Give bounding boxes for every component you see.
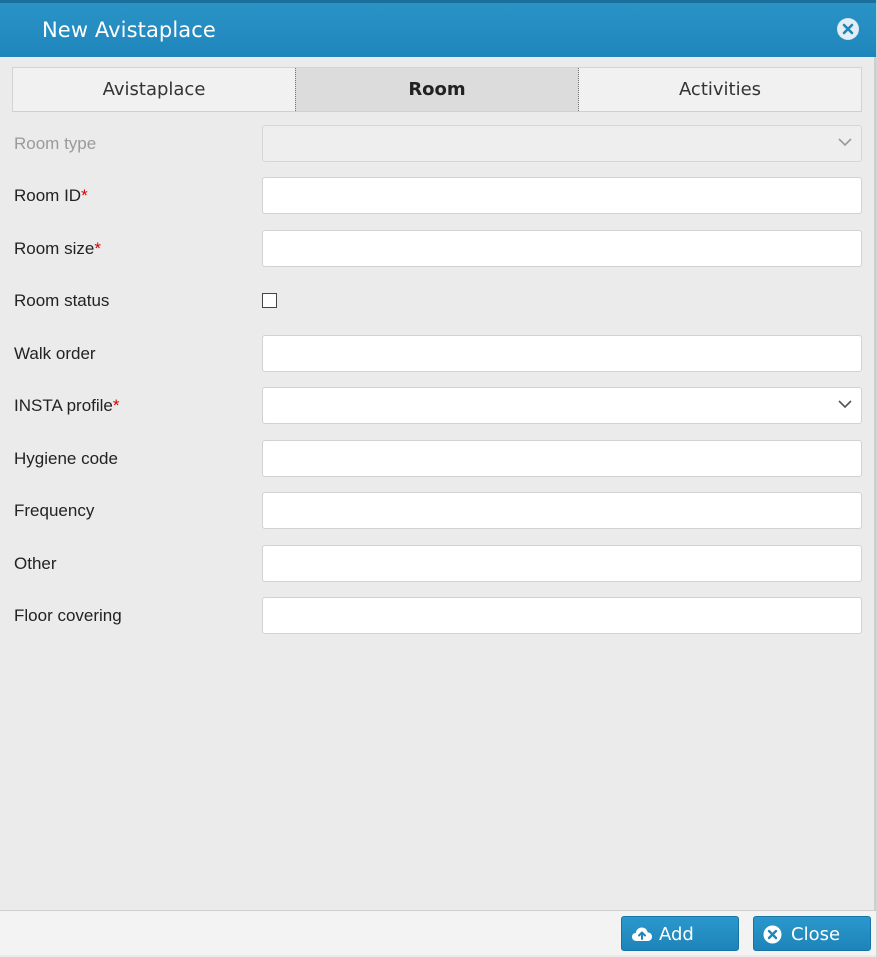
hygiene-code-label: Hygiene code [14, 449, 118, 468]
tab-room[interactable]: Room [295, 68, 579, 111]
close-button[interactable]: Close [753, 916, 871, 951]
hygiene-code-input[interactable] [262, 440, 862, 477]
row-frequency: Frequency [0, 492, 876, 529]
room-status-checkbox[interactable] [262, 293, 277, 308]
room-size-input[interactable] [262, 230, 862, 267]
row-room-size: Room size* [0, 230, 876, 267]
other-label: Other [14, 554, 57, 573]
other-input[interactable] [262, 545, 862, 582]
dialog-footer [0, 911, 876, 955]
add-button[interactable]: Add [621, 916, 739, 951]
room-size-label: Room size* [14, 239, 101, 258]
room-type-label: Room type [14, 134, 97, 153]
floor-covering-label: Floor covering [14, 606, 122, 625]
frequency-input[interactable] [262, 492, 862, 529]
room-status-label: Room status [14, 291, 110, 310]
walk-order-input[interactable] [262, 335, 862, 372]
row-room-type: Room type [0, 125, 876, 162]
room-id-label: Room ID* [14, 186, 88, 205]
room-type-select [262, 125, 862, 162]
row-floor-covering: Floor covering [0, 597, 876, 634]
row-other: Other [0, 545, 876, 582]
row-room-id: Room ID* [0, 177, 876, 214]
add-button-label: Add [659, 924, 694, 945]
required-mark: * [81, 186, 88, 205]
tab-activities[interactable]: Activities [579, 68, 861, 111]
close-button-label: Close [791, 924, 841, 945]
insta-profile-select[interactable] [262, 387, 862, 424]
dialog-title: New Avistaplace [42, 18, 216, 42]
row-insta-profile: INSTA profile* [0, 387, 876, 424]
close-circle-icon[interactable] [837, 18, 859, 40]
cloud-upload-icon [632, 927, 652, 941]
floor-covering-input[interactable] [262, 597, 862, 634]
frequency-label: Frequency [14, 501, 95, 520]
required-mark: * [112, 396, 120, 415]
room-id-input[interactable] [262, 177, 862, 214]
row-hygiene-code: Hygiene code [0, 440, 876, 477]
walk-order-label: Walk order [14, 344, 96, 363]
row-room-status: Room status [0, 282, 876, 319]
chevron-down-icon [838, 400, 852, 409]
new-avistaplace-dialog: New Avistaplace Avistaplace Room Activit… [0, 0, 876, 955]
dialog-titlebar: New Avistaplace [0, 0, 876, 57]
tab-avistaplace[interactable]: Avistaplace [13, 68, 295, 111]
insta-profile-label: INSTA profile* [14, 396, 120, 415]
row-walk-order: Walk order [0, 335, 876, 372]
chevron-down-icon [838, 138, 852, 147]
close-circle-icon [763, 925, 782, 944]
required-mark: * [94, 239, 101, 258]
tab-bar: Avistaplace Room Activities [12, 67, 862, 112]
